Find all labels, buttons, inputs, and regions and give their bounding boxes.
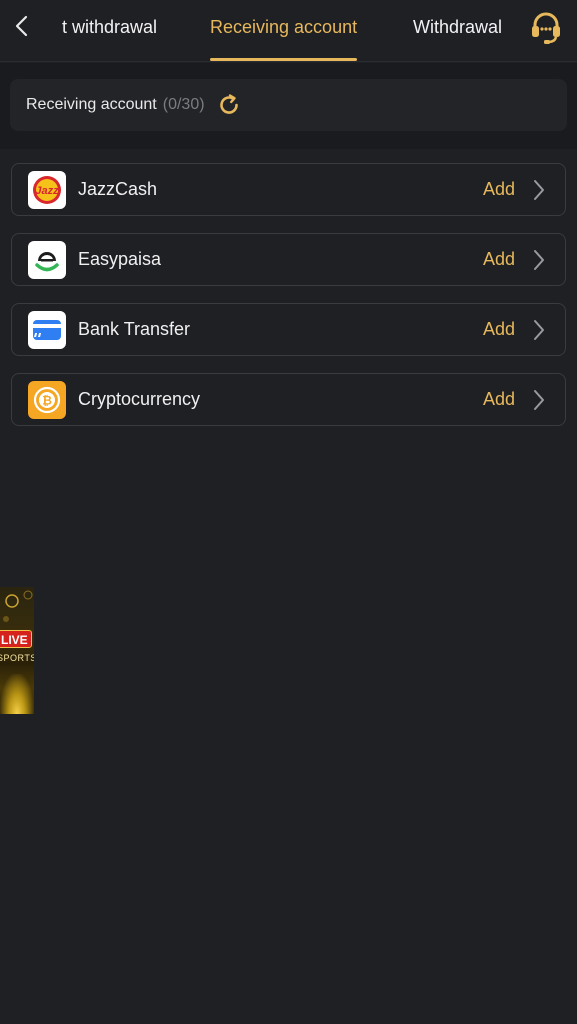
add-button[interactable]: Add	[483, 179, 515, 200]
tab-withdrawal[interactable]: Withdrawal	[413, 0, 502, 62]
add-button[interactable]: Add	[483, 389, 515, 410]
top-nav-bar: t withdrawal Receiving account Withdrawa…	[0, 0, 577, 62]
tab-label: Withdrawal	[413, 17, 503, 37]
customer-support-button[interactable]	[527, 8, 565, 46]
tab-label: Receiving account	[210, 17, 358, 37]
receiving-account-summary: Receiving account (0/30)	[10, 79, 567, 131]
headset-icon	[532, 12, 560, 44]
tab-bar: t withdrawal Receiving account Withdrawa…	[0, 0, 577, 62]
bitcoin-icon: ₿	[28, 380, 66, 419]
svg-text:Jazz: Jazz	[35, 185, 59, 197]
tab-withdrawal-record[interactable]: t withdrawal	[62, 0, 157, 62]
trophy-decoration-icon	[3, 590, 33, 622]
active-tab-indicator	[210, 58, 358, 61]
list-item-jazzcash[interactable]: Jazz JazzCash Add	[11, 163, 566, 216]
summary-section: Receiving account (0/30)	[0, 63, 577, 149]
tab-label: t withdrawal	[62, 17, 158, 37]
list-item-label: Cryptocurrency	[78, 389, 201, 409]
account-count: (0/30)	[162, 96, 205, 113]
list-item-label: Bank Transfer	[78, 319, 191, 339]
easypaisa-logo-icon	[28, 240, 66, 279]
chevron-right-icon	[529, 319, 549, 340]
light-rays-decoration	[0, 674, 34, 714]
payment-method-list: Jazz JazzCash Add Easypaisa Add Bank Tra…	[11, 163, 566, 443]
list-item-label: JazzCash	[78, 179, 158, 199]
chevron-right-icon	[529, 249, 549, 270]
tab-receiving-account[interactable]: Receiving account	[210, 0, 358, 62]
refresh-button[interactable]	[217, 93, 241, 117]
bank-card-icon	[28, 310, 66, 349]
chevron-right-icon	[529, 389, 549, 410]
live-badge: LIVE	[0, 630, 32, 648]
list-item-label: Easypaisa	[78, 249, 162, 269]
list-item-bank-transfer[interactable]: Bank Transfer Add	[11, 303, 566, 356]
refresh-icon	[219, 94, 238, 114]
chevron-right-icon	[529, 179, 549, 200]
jazzcash-logo-icon: Jazz	[28, 170, 66, 209]
add-button[interactable]: Add	[483, 319, 515, 340]
svg-text:₿: ₿	[42, 393, 52, 407]
list-item-easypaisa[interactable]: Easypaisa Add	[11, 233, 566, 286]
list-item-cryptocurrency[interactable]: ₿ Cryptocurrency Add	[11, 373, 566, 426]
sports-label: SPORTS	[0, 653, 34, 663]
add-button[interactable]: Add	[483, 249, 515, 270]
live-sports-floating-banner[interactable]: LIVE SPORTS	[0, 587, 34, 714]
summary-title: Receiving account	[26, 96, 157, 113]
